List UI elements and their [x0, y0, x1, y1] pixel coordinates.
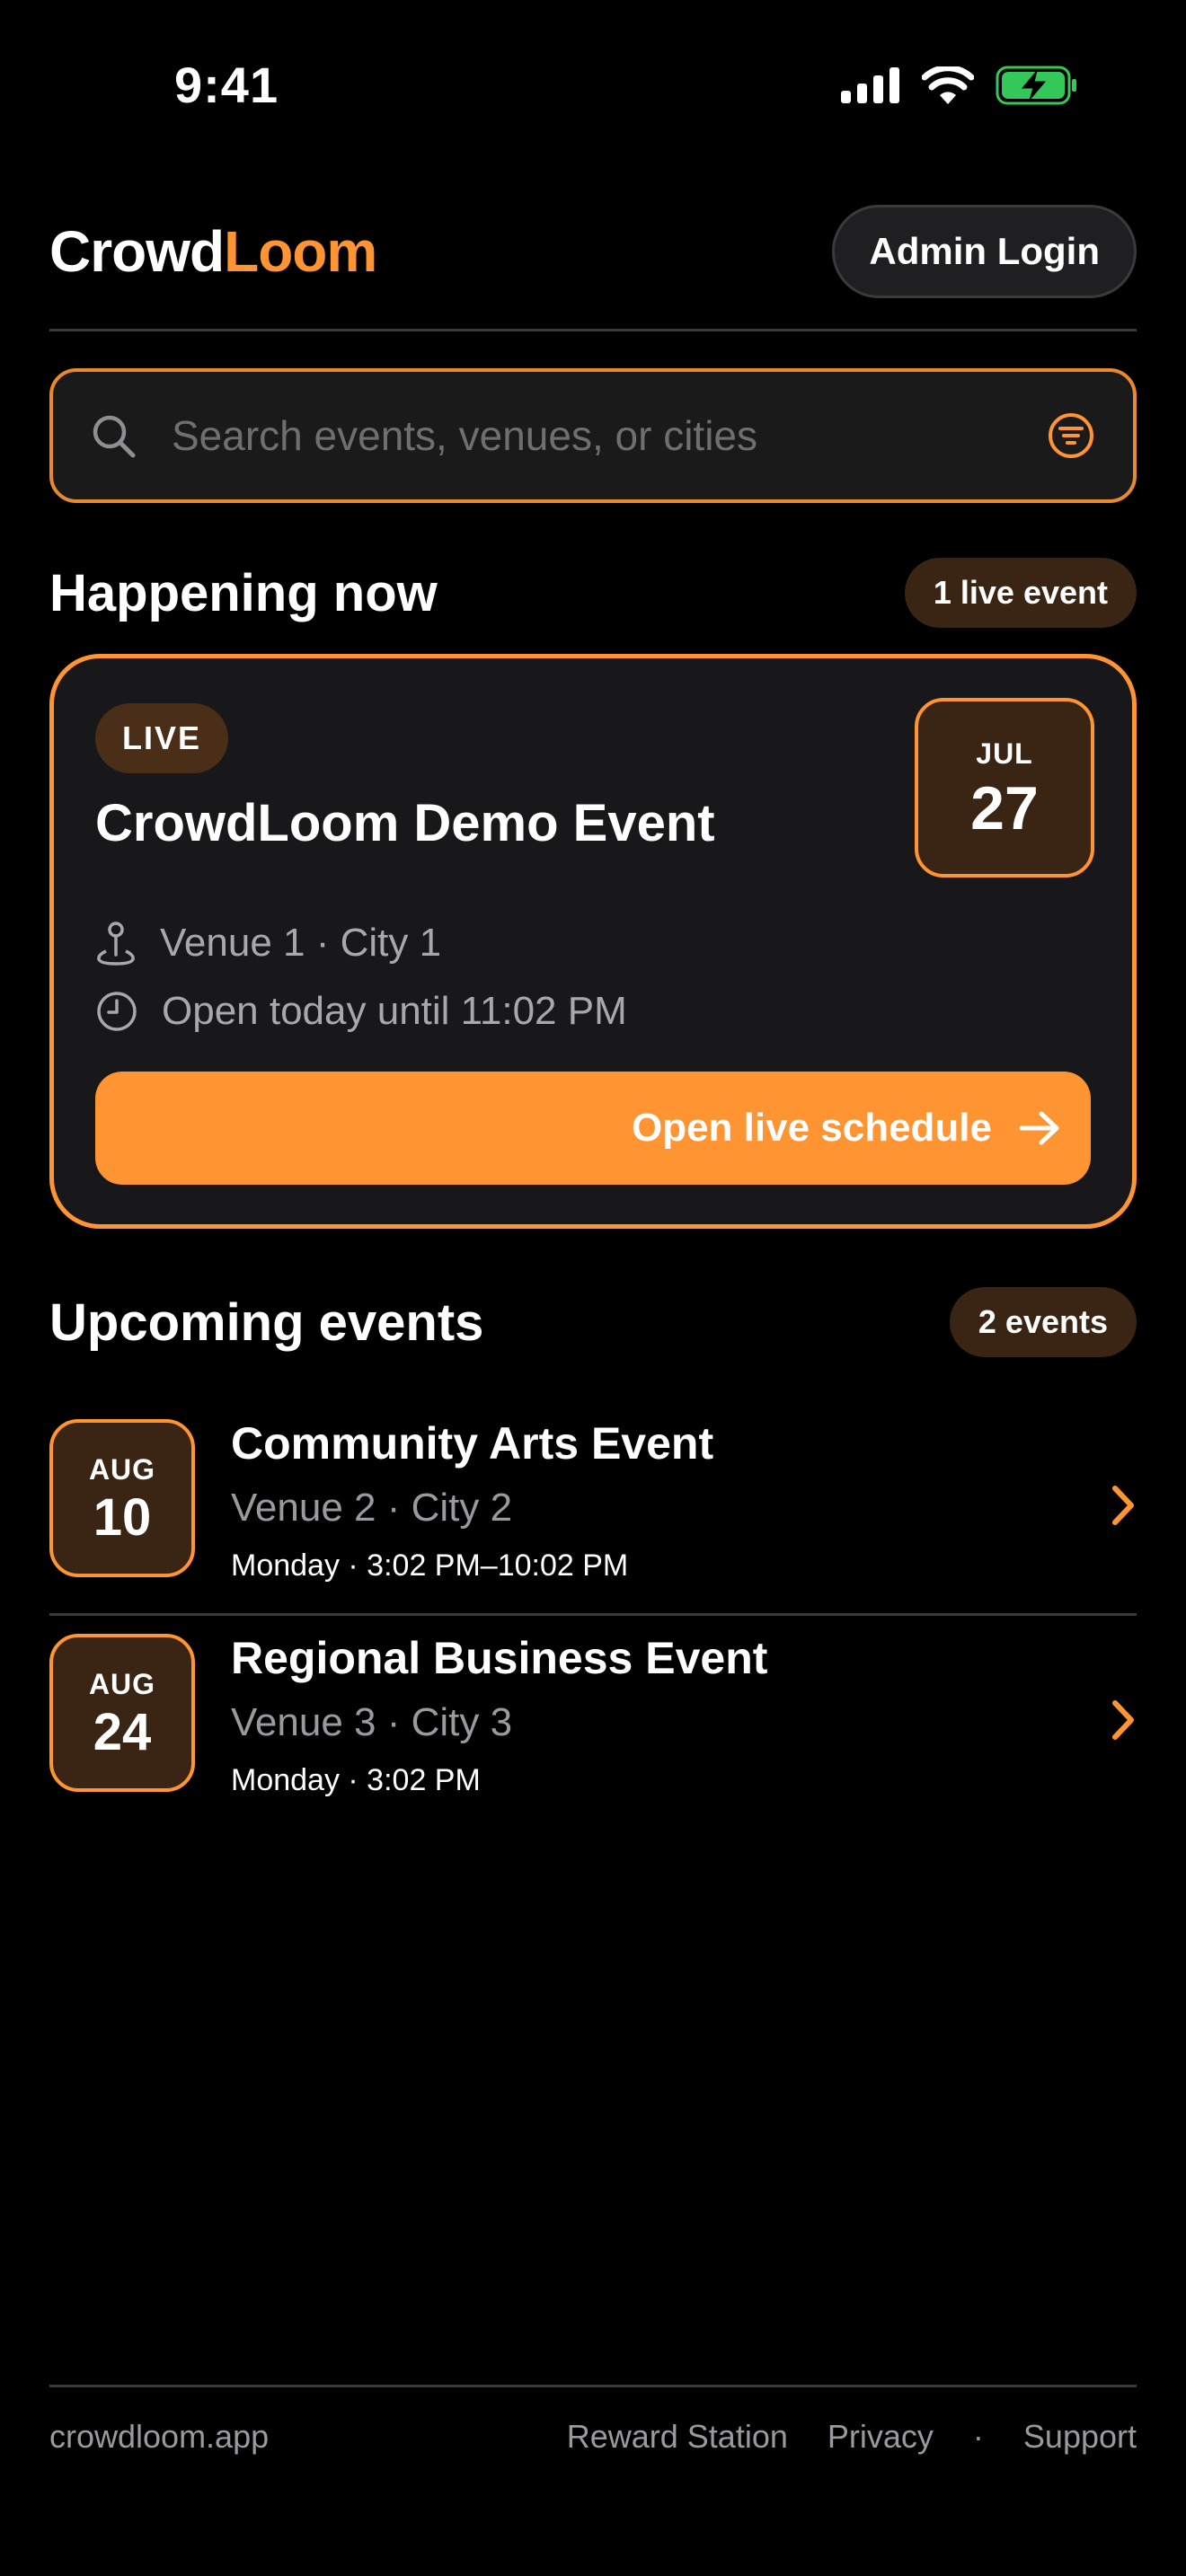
search-bar[interactable] [49, 368, 1137, 503]
cta-label: Open live schedule [631, 1106, 992, 1150]
live-badge: LIVE [95, 703, 229, 773]
search-icon [93, 415, 136, 458]
upcoming-events-list: AUG 10 Community Arts Event Venue 2 · Ci… [49, 1401, 1137, 1828]
event-details: Regional Business Event Venue 3 · City 3… [231, 1632, 767, 1798]
event-details: Community Arts Event Venue 2 · City 2 Mo… [231, 1417, 713, 1584]
date-month: JUL [976, 737, 1033, 770]
live-event-count-badge: 1 live event [904, 558, 1137, 628]
wifi-icon [922, 66, 974, 104]
search-input[interactable] [172, 411, 1047, 460]
event-venue: Venue 2 · City 2 [231, 1486, 513, 1530]
footer-separator: · [972, 2418, 984, 2455]
reward-station-link[interactable]: Reward Station [567, 2418, 788, 2456]
status-time: 9:41 [174, 57, 279, 113]
section-title-upcoming-events: Upcoming events [49, 1292, 484, 1352]
date-day: 27 [970, 773, 1039, 842]
event-date: AUG 10 [49, 1419, 195, 1577]
brand-name-part2: Loom [224, 219, 377, 284]
status-icons [841, 63, 1078, 108]
brand-name-part1: Crowd [49, 219, 225, 284]
live-event-venue: Venue 1 · City 1 [95, 921, 441, 966]
footer-divider [49, 2385, 1137, 2387]
list-item[interactable]: AUG 10 Community Arts Event Venue 2 · Ci… [49, 1401, 1137, 1613]
footer-site-link[interactable]: crowdloom.app [49, 2418, 269, 2456]
upcoming-events-header: Upcoming events 2 events [49, 1286, 1137, 1358]
event-title: Community Arts Event [231, 1418, 714, 1469]
app-header: CrowdLoom Admin Login [49, 205, 1137, 298]
event-time: Monday · 3:02 PM [231, 1763, 481, 1797]
footer: crowdloom.app Reward Station Privacy · S… [49, 2414, 1137, 2459]
event-time: Monday · 3:02 PM–10:02 PM [231, 1548, 629, 1583]
brand-logo[interactable]: CrowdLoom [49, 218, 377, 285]
upcoming-event-count-badge: 2 events [949, 1287, 1137, 1357]
open-live-schedule-button[interactable]: Open live schedule [95, 1072, 1091, 1185]
footer-links: Reward Station Privacy · Support [567, 2418, 1137, 2456]
filter-icon[interactable] [1047, 411, 1095, 460]
chevron-right-icon[interactable] [1110, 1484, 1137, 1527]
event-title: Regional Business Event [231, 1633, 768, 1683]
battery-charging-icon [996, 66, 1076, 105]
date-day: 10 [93, 1487, 152, 1547]
event-date: AUG 24 [49, 1634, 195, 1792]
header-divider [49, 329, 1137, 331]
support-link[interactable]: Support [1023, 2418, 1137, 2456]
date-day: 24 [93, 1702, 152, 1761]
status-bar: 9:41 [0, 0, 1186, 171]
date-month: AUG [88, 1452, 156, 1486]
list-item[interactable]: AUG 24 Regional Business Event Venue 3 ·… [49, 1616, 1137, 1828]
arrow-right-icon [1019, 1111, 1059, 1145]
live-event-card[interactable]: LIVE CrowdLoom Demo Event JUL 27 Venue 1… [49, 654, 1137, 1229]
clock-icon [97, 992, 137, 1031]
venue-text: Venue 1 · City 1 [160, 921, 442, 965]
live-event-hours: Open today until 11:02 PM [95, 989, 627, 1034]
section-title-happening-now: Happening now [49, 563, 438, 622]
location-pin-icon [97, 922, 135, 966]
hours-text: Open today until 11:02 PM [162, 989, 627, 1033]
happening-now-header: Happening now 1 live event [49, 557, 1137, 629]
admin-login-button[interactable]: Admin Login [832, 205, 1137, 298]
event-venue: Venue 3 · City 3 [231, 1700, 513, 1744]
date-month: AUG [88, 1667, 156, 1700]
signal-icon [841, 67, 899, 103]
live-event-title: CrowdLoom Demo Event [95, 794, 715, 852]
chevron-right-icon[interactable] [1110, 1698, 1137, 1742]
privacy-link[interactable]: Privacy [828, 2418, 934, 2456]
live-event-date: JUL 27 [915, 698, 1094, 878]
